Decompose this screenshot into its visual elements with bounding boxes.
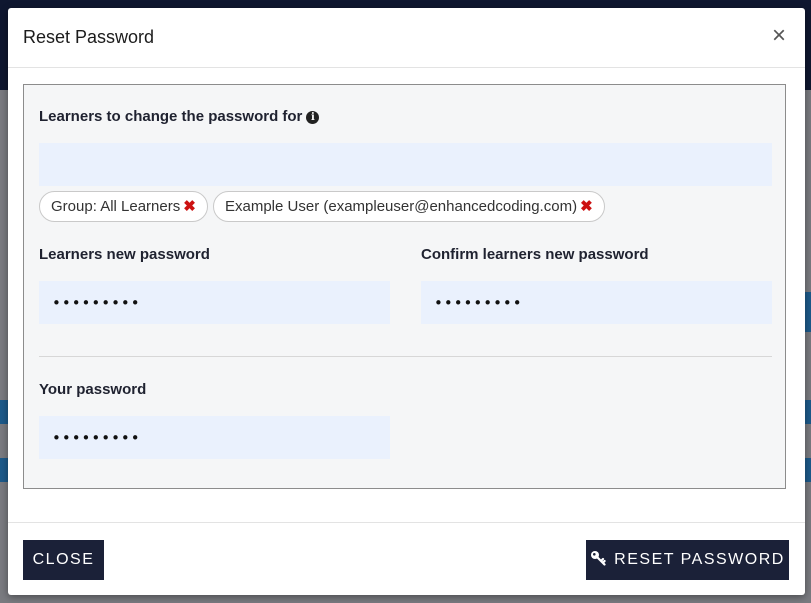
- your-password-label: Your password: [39, 381, 147, 398]
- close-button[interactable]: CLOSE: [23, 540, 104, 580]
- modal-header: Reset Password ×: [8, 8, 805, 68]
- learner-chip: Example User (exampleuser@enhancedcoding…: [213, 191, 605, 222]
- key-icon: [590, 542, 606, 582]
- reset-password-button[interactable]: RESET PASSWORD: [586, 540, 789, 580]
- learner-chip-label: Group: All Learners: [51, 198, 181, 215]
- modal-footer: CLOSE RESET PASSWORD: [8, 522, 805, 596]
- confirm-password-label: Confirm learners new password: [421, 246, 649, 263]
- modal-title: Reset Password: [23, 27, 155, 47]
- reset-password-label: RESET PASSWORD: [614, 551, 785, 568]
- learners-label: Learners to change the password for i: [39, 108, 320, 125]
- form-panel: Learners to change the password for i Gro…: [23, 84, 786, 489]
- new-password-field[interactable]: [39, 281, 390, 324]
- your-password-field[interactable]: [39, 416, 390, 459]
- divider: [39, 356, 772, 357]
- info-circle-icon[interactable]: i: [306, 111, 320, 124]
- remove-icon[interactable]: ✖: [183, 198, 196, 215]
- remove-icon[interactable]: ✖: [580, 198, 593, 215]
- learners-label-text: Learners to change the password for: [39, 108, 303, 125]
- new-password-label: Learners new password: [39, 246, 210, 263]
- close-icon[interactable]: ×: [768, 23, 790, 49]
- reset-password-modal: Reset Password × Learners to change the …: [8, 8, 805, 595]
- learner-chip-label: Example User (exampleuser@enhancedcoding…: [225, 198, 578, 215]
- confirm-password-field[interactable]: [421, 281, 772, 324]
- learner-chip: Group: All Learners ✖: [39, 191, 208, 222]
- learners-search-input[interactable]: [39, 143, 772, 186]
